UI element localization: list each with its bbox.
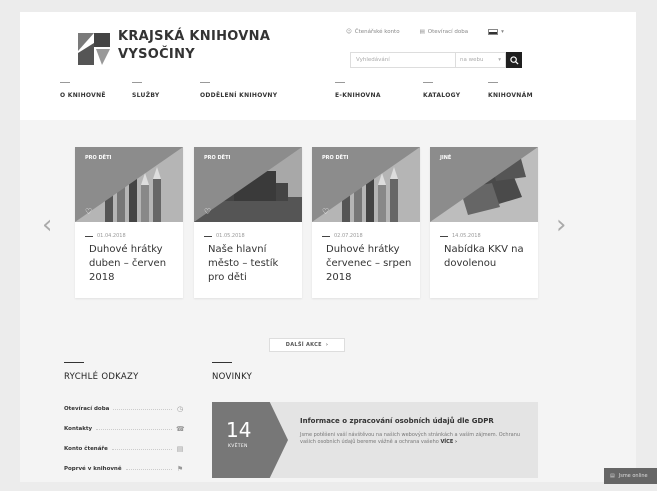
quick-links-title: RYCHLÉ ODKAZY <box>64 372 139 382</box>
nav-oddeleni-knihovny[interactable]: ODDĚLENÍ KNIHOVNY <box>200 82 277 99</box>
select-arrow-icon: ▾ <box>498 57 501 63</box>
opening-hours-label: Otevírací doba <box>427 29 469 35</box>
user-icon: ☺ <box>346 29 352 35</box>
more-events-button[interactable]: DALŠÍ AKCE › <box>269 338 345 352</box>
opening-hours-link[interactable]: ▤ Otevírací doba <box>420 29 469 35</box>
book-icon: ▤ <box>176 445 184 453</box>
quick-link-label: Poprvé v knihovně <box>64 466 122 472</box>
logo-line-2: VYSOČINY <box>118 47 195 62</box>
travel-photos-image: JINÉ <box>430 147 538 222</box>
chevron-right-icon: › <box>325 342 329 348</box>
main-nav: O KNIHOVNĚ SLUŽBY ODDĚLENÍ KNIHOVNY E-KN… <box>60 82 636 106</box>
heart-icon[interactable]: ♡ <box>85 207 92 216</box>
carousel-next-icon[interactable]: › <box>556 212 566 238</box>
chat-label: Jsme online <box>618 473 648 479</box>
event-title[interactable]: Duhové hrátky červenec – srpen 2018 <box>326 243 414 285</box>
search-bar: Vyhledávání na webu ▾ <box>350 52 506 68</box>
search-scope-select[interactable]: na webu ▾ <box>455 53 505 67</box>
quick-link-label: Otevírací doba <box>64 406 110 412</box>
reader-account-label: Čtenářské konto <box>354 29 400 35</box>
quick-link-label: Kontakty <box>64 426 93 432</box>
heart-icon[interactable]: ♡ <box>322 207 329 216</box>
section-divider <box>64 362 84 363</box>
category-badge: JINÉ <box>440 155 452 161</box>
search-scope-value: na webu <box>460 57 484 63</box>
news-excerpt: Jsme potěšeni vaší návštěvou na našich w… <box>300 432 532 446</box>
more-events-label: DALŠÍ AKCE <box>285 342 322 348</box>
event-date: 01.05.2018 <box>204 233 245 239</box>
quick-link-opening-hours[interactable]: Otevírací doba ◷ <box>64 405 184 413</box>
carousel-prev-icon[interactable]: ‹ <box>42 212 52 238</box>
news-date-block: 14 KVĚTEN <box>212 402 288 478</box>
quick-link-contacts[interactable]: Kontakty ☎ <box>64 425 185 433</box>
news-more-label: VÍCE <box>440 439 454 445</box>
category-badge: PRO DĚTI <box>204 155 231 161</box>
nav-katalogy[interactable]: KATALOGY <box>423 82 460 99</box>
section-divider <box>212 362 232 363</box>
heart-icon[interactable]: ♡ <box>204 207 211 216</box>
news-title: NOVINKY <box>212 372 253 382</box>
event-date: 14.05.2018 <box>440 233 481 239</box>
news-headline[interactable]: Informace o zpracování osobních údajů dl… <box>300 417 494 425</box>
news-month: KVĚTEN <box>228 444 248 449</box>
news-day: 14 <box>226 418 252 442</box>
dotted-leader <box>111 448 172 450</box>
chevron-down-icon: ▾ <box>501 29 504 35</box>
czech-flag-icon <box>488 29 499 35</box>
page: KRAJSKÁ KNIHOVNA VYSOČINY ☺ Čtenářské kon… <box>20 12 636 482</box>
nav-sluzby[interactable]: SLUŽBY <box>132 82 160 99</box>
dotted-leader <box>96 428 172 430</box>
category-badge: PRO DĚTI <box>322 155 349 161</box>
news-item[interactable]: 14 KVĚTEN Informace o zpracování osobníc… <box>212 402 538 478</box>
event-card[interactable]: PRO DĚTI ♡ 01.05.2018 Naše hlavní město … <box>194 147 302 298</box>
event-card[interactable]: JINÉ 14.05.2018 Nabídka KKV na dovolenou <box>430 147 538 298</box>
top-links: ☺ Čtenářské konto ▤ Otevírací doba ▾ <box>346 29 504 35</box>
quick-link-label: Konto čtenáře <box>64 446 108 452</box>
news-more-link[interactable]: VÍCE › <box>440 439 457 445</box>
pencils-image: PRO DĚTI ♡ <box>75 147 183 222</box>
event-title[interactable]: Duhové hrátky duben – červen 2018 <box>89 243 177 285</box>
pin-icon: ⚑ <box>176 465 184 473</box>
language-switch[interactable]: ▾ <box>488 29 504 35</box>
site-header: KRAJSKÁ KNIHOVNA VYSOČINY ☺ Čtenářské kon… <box>20 12 636 120</box>
event-title[interactable]: Nabídka KKV na dovolenou <box>444 243 532 271</box>
event-date: 02.07.2018 <box>322 233 363 239</box>
category-badge: PRO DĚTI <box>85 155 112 161</box>
event-card[interactable]: PRO DĚTI ♡ 02.07.2018 Duhové hrátky červ… <box>312 147 420 298</box>
search-input[interactable]: Vyhledávání <box>351 57 455 63</box>
logo-line-1: KRAJSKÁ KNIHOVNA <box>118 29 271 44</box>
news-excerpt-text: Jsme potěšeni vaší návštěvou na našich w… <box>300 432 521 445</box>
clock-icon: ◷ <box>176 405 184 413</box>
reader-account-link[interactable]: ☺ Čtenářské konto <box>346 29 400 35</box>
nav-o-knihovne[interactable]: O KNIHOVNĚ <box>60 82 106 99</box>
chat-button[interactable]: ▤ Jsme online <box>604 468 657 484</box>
contact-icon: ☎ <box>176 425 185 433</box>
event-title[interactable]: Naše hlavní město – testík pro děti <box>208 243 296 285</box>
calendar-icon: ▤ <box>419 29 425 35</box>
library-logo-icon[interactable] <box>74 29 114 69</box>
dotted-leader <box>113 408 172 410</box>
event-card[interactable]: PRO DĚTI ♡ 01.04.2018 Duhové hrátky dube… <box>75 147 183 298</box>
chat-icon: ▤ <box>610 473 615 479</box>
library-name[interactable]: KRAJSKÁ KNIHOVNA VYSOČINY <box>118 28 270 64</box>
search-button[interactable] <box>506 52 522 68</box>
dotted-leader <box>125 468 172 470</box>
search-icon <box>509 55 519 65</box>
pencils-image: PRO DĚTI ♡ <box>312 147 420 222</box>
quick-link-first-visit[interactable]: Poprvé v knihovně ⚑ <box>64 465 184 473</box>
quick-link-reader-account[interactable]: Konto čtenáře ▤ <box>64 445 184 453</box>
event-date: 01.04.2018 <box>85 233 126 239</box>
nav-e-knihovna[interactable]: E-KNIHOVNA <box>335 82 381 99</box>
nav-knihovnam[interactable]: KNIHOVNÁM <box>488 82 533 99</box>
prague-castle-image: PRO DĚTI ♡ <box>194 147 302 222</box>
